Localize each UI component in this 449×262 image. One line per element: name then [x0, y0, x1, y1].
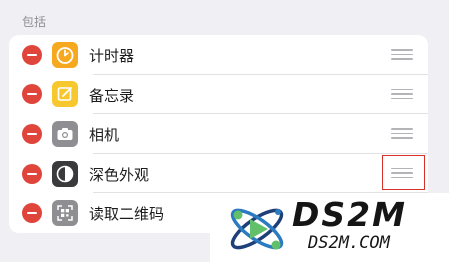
list-item-label: 计时器 [89, 47, 135, 65]
list-item-label: 深色外观 [89, 165, 150, 184]
remove-button[interactable] [22, 44, 42, 65]
watermark: DS2M DS2M.COM [210, 193, 449, 262]
watermark-brand: DS2M [292, 195, 407, 234]
remove-button[interactable] [22, 84, 42, 105]
section-header-included: 包括 [22, 15, 47, 29]
remove-button[interactable] [22, 123, 42, 144]
list-item-notes[interactable]: 备忘录 [9, 75, 428, 115]
timer-icon [52, 41, 78, 68]
list-item-label: 读取二维码 [89, 205, 165, 224]
list-item-dark-mode[interactable]: 深色外观 [9, 154, 428, 194]
list-item-camera[interactable]: 相机 [9, 114, 428, 154]
highlight-annotation [382, 155, 425, 190]
qr-code-icon [52, 200, 78, 227]
list-item-label: 相机 [89, 126, 120, 145]
camera-icon [52, 120, 78, 147]
remove-button[interactable] [22, 163, 42, 184]
remove-button[interactable] [22, 203, 42, 224]
reorder-handle[interactable] [391, 128, 413, 139]
watermark-url: DS2M.COM [308, 233, 390, 253]
dark-mode-icon [52, 160, 78, 187]
watermark-logo-icon [230, 208, 284, 250]
reorder-handle[interactable] [391, 88, 413, 100]
list-item-label: 备忘录 [89, 86, 135, 105]
list-item-timer[interactable]: 计时器 [9, 35, 428, 75]
notes-icon [52, 81, 78, 108]
reorder-handle[interactable] [391, 49, 413, 60]
control-center-settings: 包括 计时器 备忘录 相机 深色外观 读取二维码 DS2M DS2M.COM [0, 0, 449, 262]
